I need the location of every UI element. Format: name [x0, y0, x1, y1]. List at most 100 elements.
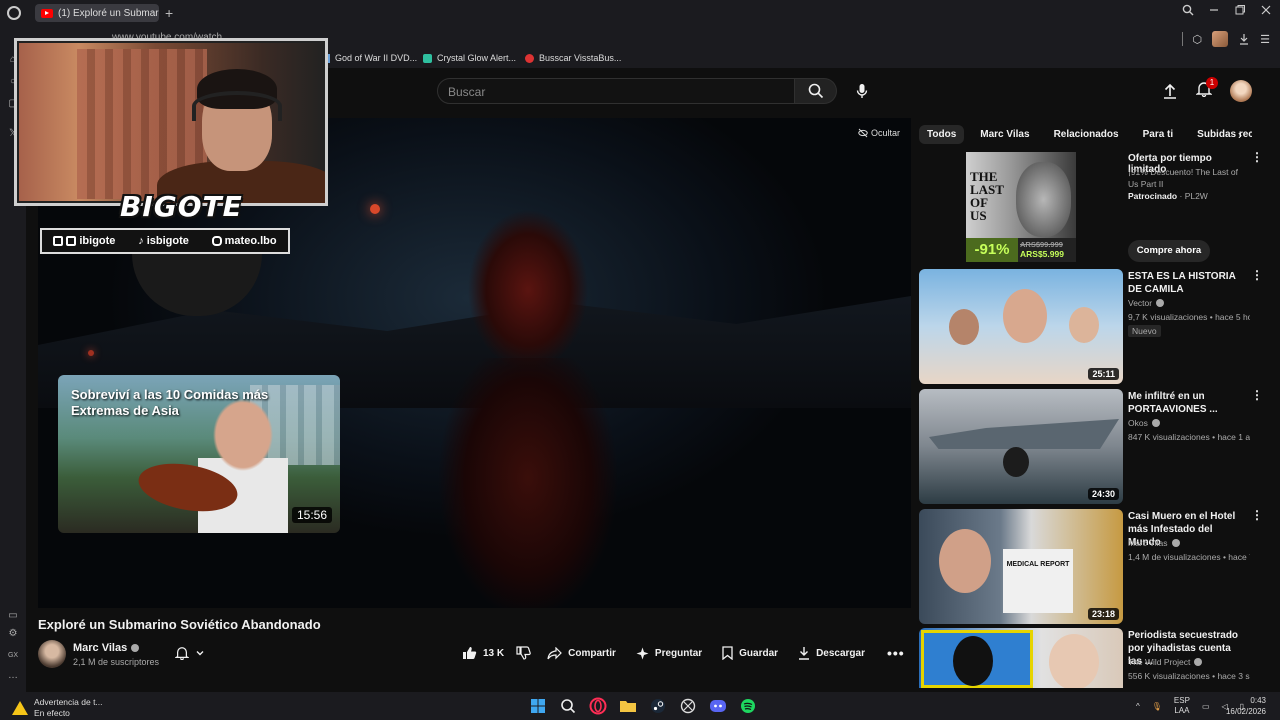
chip-for-you[interactable]: Para ti — [1135, 125, 1182, 144]
extensions-icon[interactable]: ⬡ — [1193, 33, 1203, 46]
ad-old-price: ARS$99.999 — [1020, 240, 1063, 249]
gx-icon[interactable]: GX — [7, 650, 19, 662]
channel-avatar[interactable] — [38, 640, 66, 668]
ad-thumbnail-character — [1016, 162, 1071, 237]
profile-avatar[interactable] — [1212, 31, 1229, 47]
notifications-button[interactable]: 1 — [1195, 76, 1218, 102]
search-input[interactable]: Buscar — [437, 78, 795, 104]
weather-warning-widget[interactable]: Advertencia de t... En efecto — [12, 697, 103, 719]
chip-channel[interactable]: Marc Vilas — [972, 125, 1037, 144]
video-frame-figure-body — [438, 358, 618, 608]
chip-todos[interactable]: Todos — [919, 124, 965, 144]
new-tab-button[interactable]: + — [165, 5, 173, 21]
share-button[interactable]: Compartir — [547, 646, 616, 660]
chip-recent-uploads[interactable]: Subidas recie — [1189, 125, 1252, 144]
download-button[interactable]: Descargar — [798, 646, 865, 660]
ask-button[interactable]: Preguntar — [636, 647, 702, 660]
network-icon[interactable]: ▭ — [1202, 702, 1210, 711]
bookmark-item[interactable]: God of War II DVD... — [328, 53, 417, 63]
download-label: Descargar — [816, 647, 865, 659]
bookmark-item[interactable]: Crystal Glow Alert... — [423, 53, 516, 63]
more-icon[interactable]: … — [7, 670, 19, 682]
bell-icon — [175, 647, 189, 660]
channel-name[interactable]: Marc Vilas — [73, 642, 140, 654]
ad-thumbnail-logo: THE LAST OF US — [970, 169, 1004, 223]
upload-icon[interactable] — [1162, 83, 1178, 99]
browser-search-icon[interactable] — [1182, 4, 1194, 16]
verified-icon — [1151, 419, 1160, 427]
recommended-video[interactable]: 24:30 Me infiltré en un PORTAAVIONES ...… — [919, 389, 1263, 505]
more-actions-button[interactable]: ••• — [887, 645, 905, 661]
battery-icon[interactable]: ▭ — [7, 610, 19, 622]
search-button[interactable] — [795, 78, 837, 104]
video-frame-light — [88, 350, 94, 356]
social-twitch-kick: ibigote — [53, 235, 115, 247]
file-explorer-icon[interactable] — [618, 696, 638, 716]
minimize-icon[interactable] — [1208, 4, 1220, 16]
bookmark-item[interactable]: Busscar VisstaBus... — [525, 53, 621, 63]
steam-icon[interactable] — [648, 696, 668, 716]
subscribe-notifications-button[interactable] — [175, 646, 205, 660]
keyboard-layout: LAA — [1174, 706, 1190, 715]
streamer-logo: BIGOTE — [120, 190, 243, 223]
video-actions: 13 K Compartir Preguntar Guardar Descarg… — [462, 645, 905, 661]
more-vert-icon[interactable]: ⋮ — [1251, 389, 1263, 401]
chevron-up-icon[interactable]: ^ — [1136, 702, 1140, 711]
channel-label: Marc Vilas — [1128, 538, 1168, 548]
search-icon — [808, 83, 823, 99]
thumbnail-person — [953, 636, 993, 686]
recommended-video[interactable]: 25:11 ESTA ES LA HISTORIA DE CAMILA Vect… — [919, 269, 1263, 385]
sponsored-ad[interactable]: THE LAST OF US -91% ARS$99.999 ARS$5.999… — [919, 151, 1263, 264]
warning-icon — [12, 701, 28, 715]
like-button[interactable]: 13 K — [462, 646, 504, 660]
chip-related[interactable]: Relacionados — [1046, 125, 1127, 144]
more-vert-icon[interactable]: ⋮ — [1251, 269, 1263, 281]
windows-start-icon[interactable] — [528, 696, 548, 716]
spotify-icon[interactable] — [738, 696, 758, 716]
opera-gx-icon[interactable] — [588, 696, 608, 716]
video-meta: 9,7 K visualizaciones • hace 5 horas — [1128, 312, 1250, 322]
recommended-video[interactable]: MEDICAL REPORT 23:18 Casi Muero en el Ho… — [919, 509, 1263, 625]
recommended-video[interactable]: Periodista secuestrado por yihadistas cu… — [919, 628, 1252, 688]
restore-icon[interactable] — [1234, 4, 1246, 16]
close-icon[interactable] — [1260, 4, 1272, 16]
taskbar-search-icon[interactable] — [558, 696, 578, 716]
verified-icon — [1171, 539, 1180, 547]
settings-icon[interactable]: ⚙ — [7, 628, 19, 640]
opera-logo-icon[interactable] — [7, 6, 21, 20]
menu-icon[interactable]: ☰ — [1260, 33, 1270, 46]
hide-overlay-button[interactable]: Ocultar — [858, 128, 900, 138]
more-vert-icon[interactable]: ⋮ — [1251, 151, 1263, 163]
taskbar-clock[interactable]: 0:43 16/02/2026 — [1226, 695, 1266, 717]
thumbnail-report: MEDICAL REPORT — [1003, 549, 1073, 613]
video-thumbnail — [919, 628, 1123, 688]
video-title: Me infiltré en un PORTAAVIONES ... — [1128, 391, 1218, 415]
more-vert-icon[interactable]: ⋮ — [1251, 509, 1263, 521]
browser-tab-active[interactable]: (1) Exploré un Submarino S × — [35, 4, 159, 22]
ad-thumbnail: THE LAST OF US -91% ARS$99.999 ARS$5.999 — [966, 152, 1076, 262]
verified-icon — [1194, 658, 1203, 666]
voice-search-button[interactable] — [851, 80, 873, 102]
ad-discount: -91% — [966, 238, 1018, 262]
language-indicator[interactable]: ESP LAA — [1174, 696, 1190, 716]
verified-icon — [131, 644, 140, 652]
end-screen-video-card[interactable]: Sobreviví a las 10 Comidas más Extremas … — [58, 375, 340, 533]
account-avatar[interactable] — [1230, 80, 1252, 102]
warning-text: Advertencia de t... En efecto — [34, 697, 103, 719]
thumbnail-ship — [929, 419, 1119, 449]
social-handle: ibigote — [79, 235, 116, 247]
warning-title: Advertencia de t... — [34, 697, 103, 707]
save-button[interactable]: Guardar — [722, 646, 778, 660]
eye-off-icon — [858, 128, 868, 138]
dislike-button[interactable] — [516, 646, 531, 660]
taskbar-apps — [528, 696, 758, 716]
ad-cta-button[interactable]: Compre ahora — [1128, 240, 1210, 262]
chevron-right-icon[interactable]: › — [1238, 128, 1242, 142]
bookmark-label: Busscar VisstaBus... — [539, 53, 622, 63]
download-icon[interactable] — [1238, 33, 1250, 45]
microphone-tray-icon[interactable]: 🎙 — [1152, 702, 1162, 711]
discord-icon[interactable] — [708, 696, 728, 716]
social-instagram: mateo.lbo — [211, 235, 277, 247]
more-vert-icon[interactable]: ⋮ — [1251, 628, 1252, 640]
xbox-icon[interactable] — [678, 696, 698, 716]
